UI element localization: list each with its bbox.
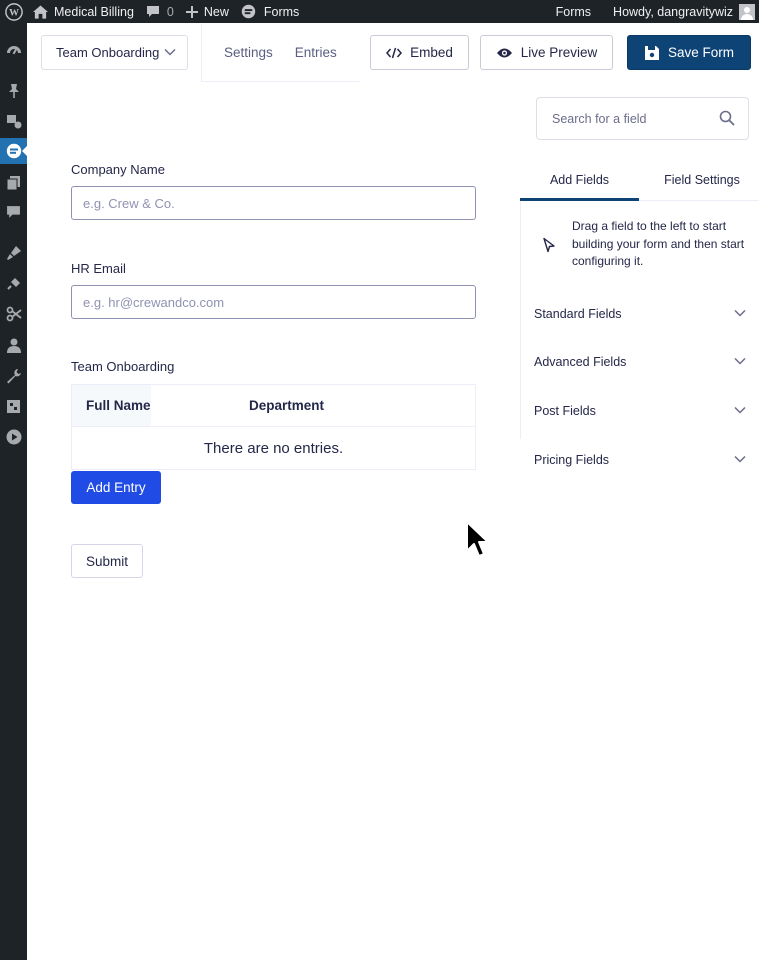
forms-menu-label: Forms xyxy=(555,4,592,19)
wordpress-logo-icon[interactable]: W xyxy=(0,0,27,23)
tab-field-settings[interactable]: Field Settings xyxy=(639,160,759,200)
section-advanced-fields-label: Advanced Fields xyxy=(534,355,627,369)
forms-menu-link[interactable]: Forms xyxy=(550,0,607,23)
company-name-input[interactable]: e.g. Crew & Co. xyxy=(71,186,476,220)
media-icon[interactable] xyxy=(0,108,27,134)
avatar xyxy=(739,3,755,20)
section-pricing-fields-label: Pricing Fields xyxy=(534,453,610,467)
new-label: New xyxy=(203,4,229,19)
tools-wrench-icon[interactable] xyxy=(0,363,27,389)
company-name-placeholder: e.g. Crew & Co. xyxy=(83,195,175,211)
section-post-fields-label: Post Fields xyxy=(534,404,596,418)
site-name-link[interactable]: Medical Billing xyxy=(27,0,140,23)
save-form-button[interactable]: Save Form xyxy=(627,35,751,70)
mouse-cursor-icon xyxy=(466,521,489,557)
chevron-down-icon xyxy=(734,455,746,463)
live-preview-button[interactable]: Live Preview xyxy=(480,35,613,70)
admin-bar: W Medical Billing 0 New Forms Forms Howd… xyxy=(0,0,759,23)
site-name-label: Medical Billing xyxy=(54,4,134,19)
svg-text:W: W xyxy=(9,7,19,18)
add-entry-button[interactable]: Add Entry xyxy=(71,471,161,504)
field-search-placeholder: Search for a field xyxy=(552,111,647,126)
play-circle-icon[interactable] xyxy=(0,424,27,450)
comments-link[interactable]: 0 xyxy=(140,0,180,23)
tab-entries[interactable]: Entries xyxy=(295,45,337,60)
forms-link[interactable]: Forms xyxy=(235,0,305,23)
user-account-menu[interactable]: Howdy, dangravitywiz xyxy=(607,0,759,23)
submit-button[interactable]: Submit xyxy=(71,544,143,578)
greeting-text: Howdy, dangravitywiz xyxy=(613,4,733,19)
tab-add-fields[interactable]: Add Fields xyxy=(520,160,639,201)
eye-icon xyxy=(496,48,512,57)
field-search-input[interactable]: Search for a field xyxy=(536,97,749,140)
drag-hint-text: Drag a field to the left to start buildi… xyxy=(572,219,745,268)
chevron-down-icon xyxy=(734,406,746,414)
hr-email-placeholder: e.g. hr@crewandco.com xyxy=(83,294,225,310)
dashboard-icon[interactable] xyxy=(0,37,27,63)
column-department: Department xyxy=(249,398,325,413)
settings-icon[interactable] xyxy=(0,393,27,419)
save-form-label: Save Form xyxy=(667,45,735,60)
company-name-label: Company Name xyxy=(71,162,165,177)
team-onboarding-label: Team Onboarding xyxy=(71,359,175,374)
new-content-link[interactable]: New xyxy=(180,0,235,23)
posts-pin-icon[interactable] xyxy=(0,78,27,104)
column-full-name: Full Name xyxy=(72,385,151,426)
search-icon xyxy=(719,110,735,126)
tab-settings[interactable]: Settings xyxy=(224,45,273,60)
admin-sidebar xyxy=(0,23,27,960)
list-header-row: Full Name Department xyxy=(72,385,475,427)
appearance-brush-icon[interactable] xyxy=(0,240,27,266)
comments-menu-icon[interactable] xyxy=(0,199,27,225)
pages-icon[interactable] xyxy=(0,169,27,195)
section-standard-fields-label: Standard Fields xyxy=(534,307,622,321)
forms-label: Forms xyxy=(263,4,300,19)
section-post-fields[interactable]: Post Fields xyxy=(534,401,748,421)
forms-menu-icon[interactable] xyxy=(0,138,27,164)
form-switcher-label: Team Onboarding xyxy=(56,45,160,60)
section-advanced-fields[interactable]: Advanced Fields xyxy=(534,352,748,372)
comment-icon xyxy=(146,6,159,17)
home-icon xyxy=(33,4,48,19)
team-onboarding-list: Full Name Department There are no entrie… xyxy=(71,384,476,470)
empty-entries-message: There are no entries. xyxy=(203,439,344,457)
section-pricing-fields[interactable]: Pricing Fields xyxy=(534,450,748,470)
save-disk-icon xyxy=(644,45,659,60)
hr-email-input[interactable]: e.g. hr@crewandco.com xyxy=(71,285,476,319)
embed-button[interactable]: Embed xyxy=(370,35,469,70)
comments-count: 0 xyxy=(166,4,174,19)
section-standard-fields[interactable]: Standard Fields xyxy=(534,304,748,324)
plus-icon xyxy=(185,5,198,18)
plugins-icon[interactable] xyxy=(0,271,27,297)
gravity-forms-icon xyxy=(241,4,256,19)
panel-tabs: Add Fields Field Settings xyxy=(520,160,759,201)
chevron-down-icon xyxy=(164,48,176,56)
live-preview-label: Live Preview xyxy=(520,45,598,60)
hr-email-label: HR Email xyxy=(71,261,126,276)
chevron-down-icon xyxy=(734,357,746,365)
panel-divider xyxy=(520,201,521,439)
form-switcher-dropdown[interactable]: Team Onboarding xyxy=(41,35,188,70)
user-icon[interactable] xyxy=(0,332,27,358)
toolbar-tabs: Settings Entries xyxy=(201,24,360,82)
chevron-down-icon xyxy=(734,309,746,317)
code-icon xyxy=(386,47,403,58)
users-scissors-icon[interactable] xyxy=(0,301,27,327)
embed-label: Embed xyxy=(410,45,453,60)
pointer-arrow-icon xyxy=(543,237,555,253)
